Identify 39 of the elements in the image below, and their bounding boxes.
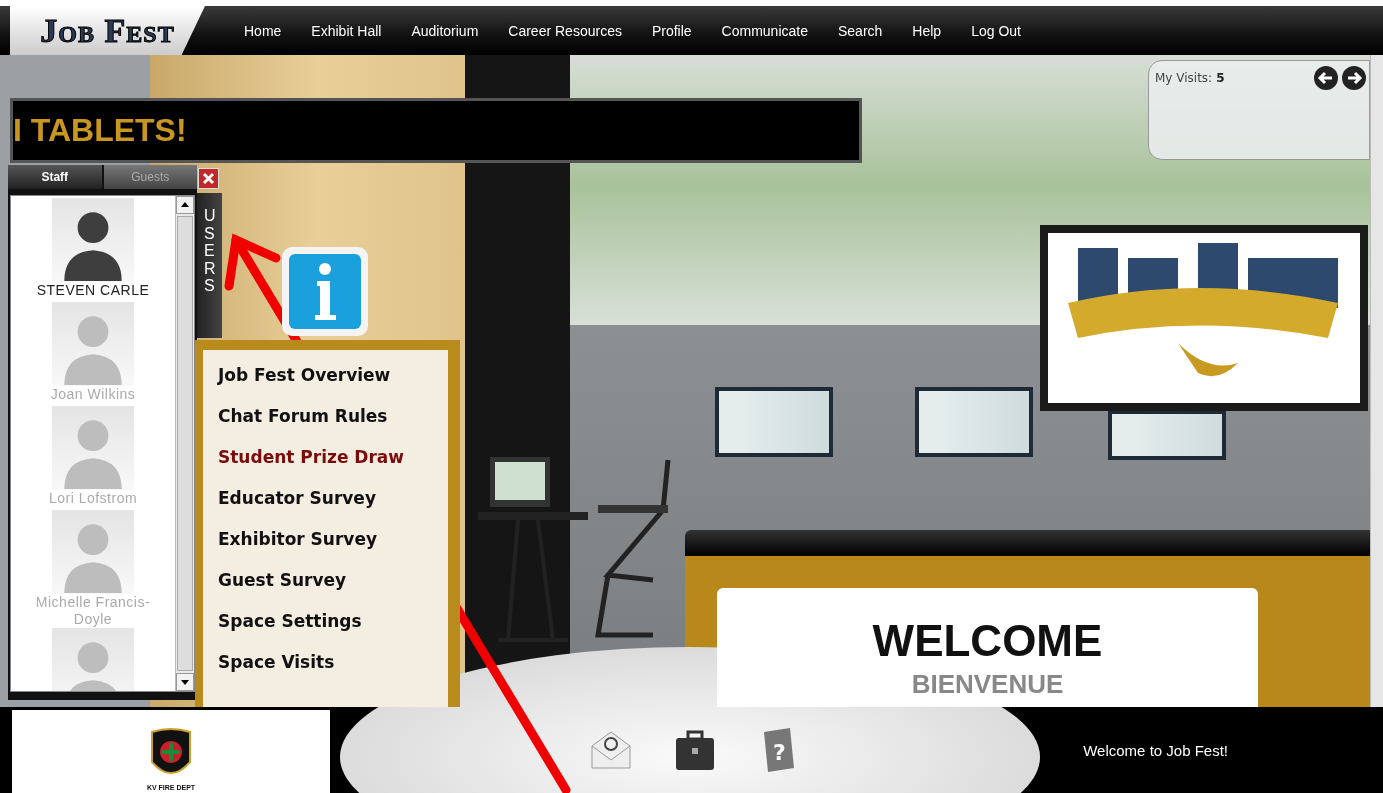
users-side-tab[interactable] (197, 193, 222, 338)
nav-link[interactable]: Communicate (706, 22, 823, 39)
nav-link[interactable]: Exhibit Hall (296, 22, 397, 39)
nav-link[interactable]: Help (897, 22, 957, 39)
menu-link[interactable]: Space Visits (218, 651, 448, 674)
nav-link[interactable]: Career Resources (493, 22, 637, 39)
menu-link[interactable]: Educator Survey (218, 487, 448, 510)
user-name: Lori Lofstrom (48, 490, 138, 508)
user-name: Joan Wilkins (50, 386, 136, 404)
sign-title: WELCOME (872, 618, 1103, 664)
visits-count: 5 (1216, 71, 1225, 85)
menu-link[interactable]: Job Fest Overview (218, 364, 448, 387)
nav-link[interactable]: Auditorium (396, 22, 494, 39)
scroll-up-icon[interactable] (176, 196, 194, 214)
menu-link[interactable]: Student Prize Draw (218, 446, 448, 469)
welcome-message: Welcome to Job Fest! (1083, 741, 1228, 759)
scroll-down-icon[interactable] (176, 673, 194, 691)
close-button[interactable] (198, 168, 219, 189)
ticker-text: I TABLETS! (13, 112, 187, 149)
job-fest-logo[interactable]: Job Fest (10, 6, 205, 55)
nav-link[interactable]: Search (823, 22, 898, 39)
sign-subtitle: BIENVENUE (911, 670, 1064, 698)
users-tab-label: USERS (204, 207, 217, 295)
menu-link[interactable]: Chat Forum Rules (218, 405, 448, 428)
menu-link[interactable]: Space Settings (218, 610, 448, 633)
menu-link[interactable]: Guest Survey (218, 569, 448, 592)
user-name: STEVEN CARLE (36, 282, 150, 300)
page-scrollbar[interactable] (1370, 55, 1383, 707)
info-icon[interactable] (280, 245, 370, 338)
users-tab[interactable]: Staff (8, 165, 102, 189)
user-name: Michelle Francis-Doyle (34, 594, 152, 628)
visits-label: My Visits: (1155, 71, 1213, 85)
scrollbar[interactable] (175, 196, 194, 691)
nav-link[interactable]: Profile (636, 22, 707, 39)
close-icon (202, 172, 215, 185)
nav-link[interactable]: Home (229, 22, 297, 39)
avatar-silhouette-icon[interactable] (52, 198, 134, 282)
menu-link[interactable]: Exhibitor Survey (218, 528, 448, 551)
nav-link[interactable]: Log Out (956, 22, 1036, 39)
